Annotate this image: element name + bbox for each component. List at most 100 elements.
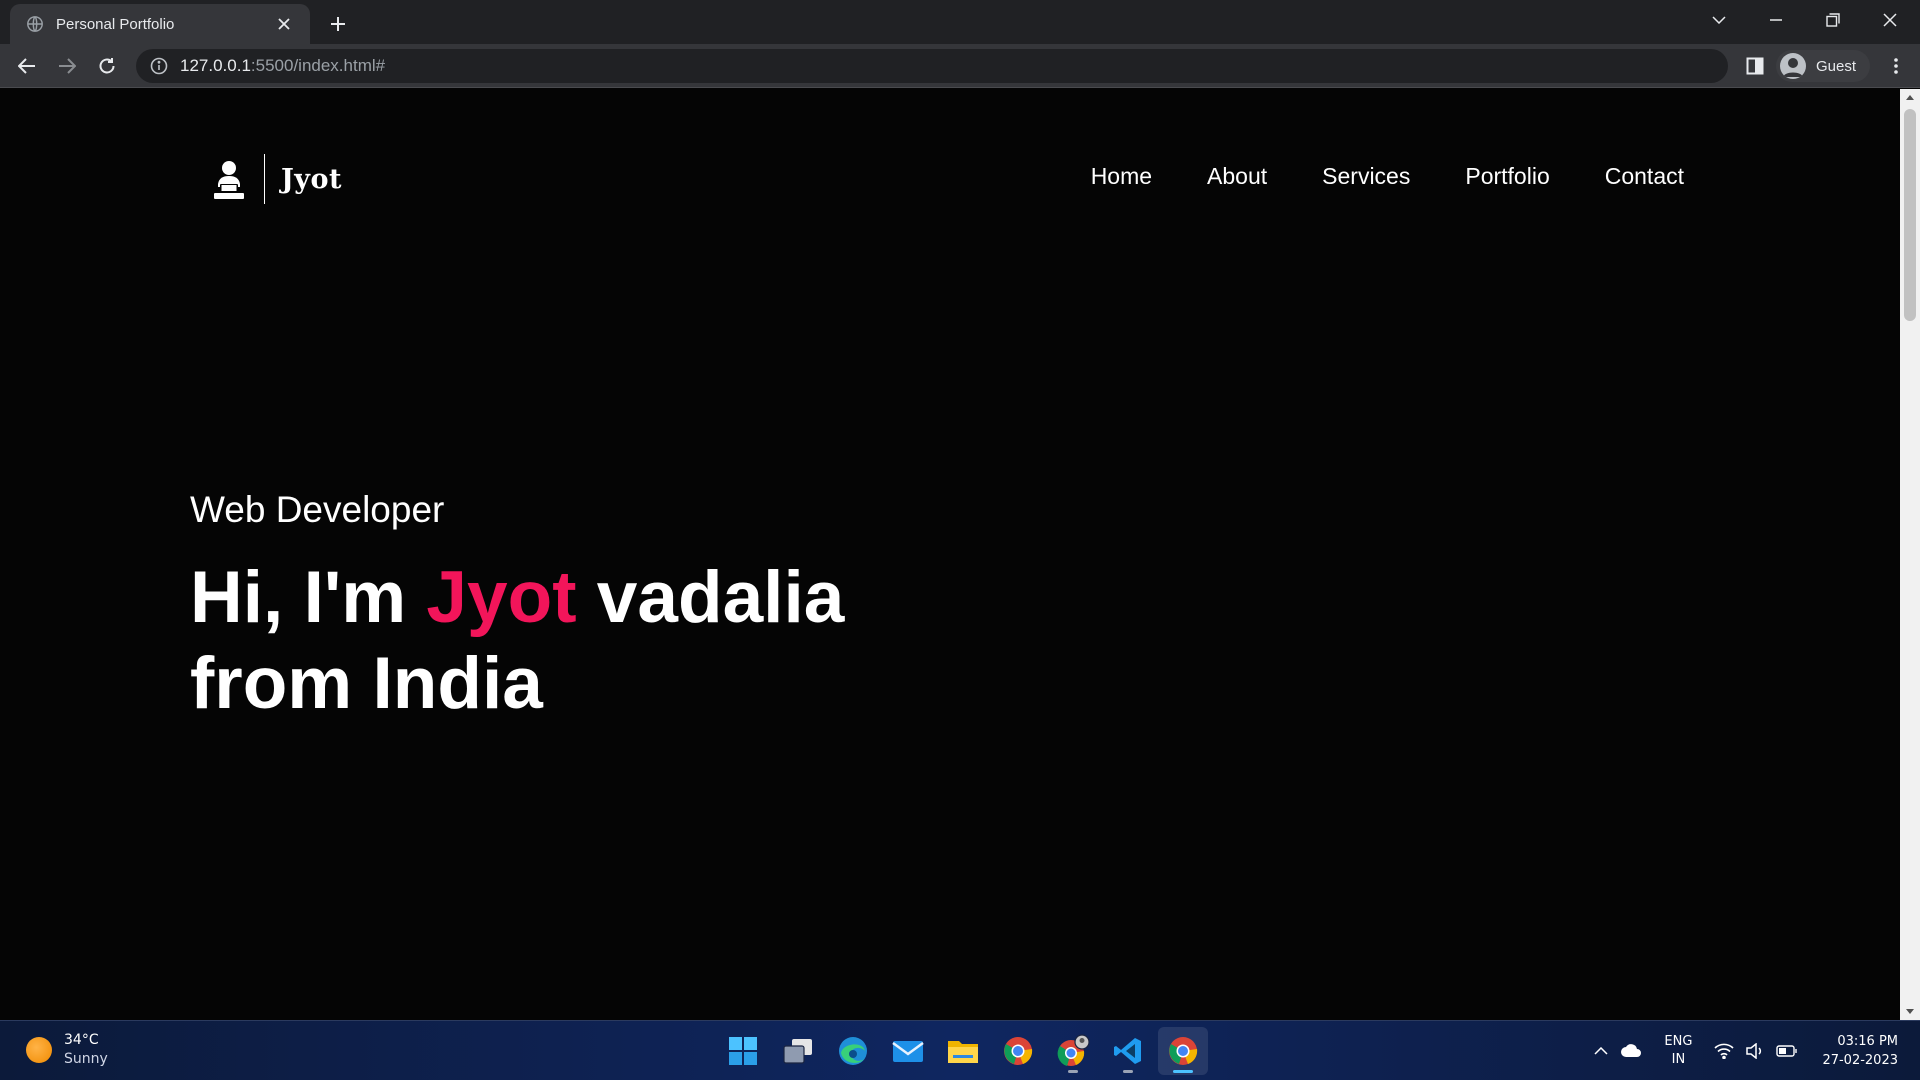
cloud-icon (1621, 1044, 1642, 1057)
lang-primary: ENG (1664, 1034, 1693, 1049)
arrow-left-icon (18, 58, 35, 74)
chevron-down-icon (1712, 16, 1726, 24)
chrome-icon (1004, 1037, 1033, 1065)
weather-temp: 34°C (64, 1032, 99, 1048)
vscode-icon (1114, 1038, 1141, 1064)
plus-icon (331, 17, 345, 31)
weather-widget[interactable]: 34°C Sunny (26, 1031, 108, 1069)
edge-button[interactable] (828, 1027, 878, 1075)
language-indicator[interactable]: ENG IN (1664, 1033, 1692, 1069)
running-indicator (1123, 1070, 1133, 1073)
hero-section: Web Developer Hi, I'm Jyot vadalia from … (190, 489, 844, 727)
hero-title-accent: Jyot (426, 557, 577, 638)
tab-search-button[interactable] (1691, 0, 1747, 40)
battery-button[interactable] (1776, 1045, 1798, 1057)
task-view-icon (783, 1039, 812, 1064)
hero-subtitle: Web Developer (190, 489, 445, 530)
system-tray: ENG IN 03:16 PM 27-02-2023 (1594, 1021, 1920, 1080)
chrome-profile-icon (1057, 1034, 1090, 1066)
hero-title-post: vadalia (576, 557, 845, 638)
minimize-icon (1770, 19, 1782, 21)
profile-button[interactable]: Guest (1776, 50, 1871, 82)
site-logo[interactable]: Jyot (212, 154, 342, 204)
close-icon (1883, 13, 1897, 27)
clock-time: 03:16 PM (1837, 1034, 1898, 1049)
close-window-button[interactable] (1862, 0, 1918, 40)
speaker-icon (1746, 1043, 1762, 1059)
taskbar: 34°C Sunny ENG IN 03:16 PM 27-02-2023 (0, 1020, 1920, 1080)
hero-title-line2: from India (190, 643, 543, 724)
folder-icon (948, 1041, 978, 1063)
close-tab-icon[interactable] (270, 10, 298, 38)
new-tab-button[interactable] (322, 8, 354, 40)
info-icon[interactable] (150, 57, 168, 75)
browser-tab[interactable]: Personal Portfolio (10, 4, 310, 44)
nav-services[interactable]: Services (1322, 163, 1410, 190)
clock[interactable]: 03:16 PM 27-02-2023 (1822, 1032, 1898, 1070)
windows-logo-icon (729, 1037, 757, 1065)
browser-toolbar: 127.0.0.1:5500/index.html# Guest (0, 44, 1920, 88)
vscode-button[interactable] (1103, 1027, 1153, 1075)
chevron-up-icon (1594, 1047, 1608, 1055)
chrome-active-button[interactable] (1158, 1027, 1208, 1075)
scroll-thumb[interactable] (1904, 109, 1916, 321)
browser-menu-button[interactable] (1880, 50, 1912, 82)
minimize-button[interactable] (1748, 0, 1804, 40)
hero-title: Hi, I'm Jyot vadalia from India (190, 555, 844, 727)
weather-desc: Sunny (64, 1051, 108, 1067)
nav-home[interactable]: Home (1091, 163, 1152, 190)
onedrive-button[interactable] (1620, 1044, 1642, 1058)
active-indicator (1173, 1070, 1193, 1073)
browser-tab-bar: Personal Portfolio (0, 0, 1920, 44)
arrow-right-icon (59, 58, 76, 74)
chrome-button[interactable] (993, 1027, 1043, 1075)
side-panel-icon (1746, 57, 1764, 75)
nav-about[interactable]: About (1207, 163, 1267, 190)
start-button[interactable] (718, 1027, 768, 1075)
kebab-menu-icon (1894, 58, 1898, 74)
battery-icon (1776, 1045, 1798, 1057)
logo-text: Jyot (281, 163, 342, 195)
chrome-icon (1169, 1037, 1198, 1065)
mail-icon (892, 1041, 924, 1062)
scroll-down-arrow-icon[interactable] (1906, 1009, 1914, 1014)
edge-icon (839, 1037, 867, 1065)
running-indicator (1068, 1070, 1078, 1073)
restore-button[interactable] (1805, 0, 1861, 40)
hero-title-pre: Hi, I'm (190, 557, 427, 638)
file-explorer-button[interactable] (938, 1027, 988, 1075)
lang-secondary: IN (1671, 1052, 1686, 1067)
address-bar[interactable]: 127.0.0.1:5500/index.html# (136, 49, 1728, 83)
page-scrollbar[interactable] (1900, 89, 1920, 1020)
back-button[interactable] (11, 50, 43, 82)
profile-label: Guest (1816, 57, 1857, 75)
forward-button[interactable] (51, 50, 83, 82)
logo-divider (264, 154, 265, 204)
reload-icon (99, 58, 115, 74)
clock-date: 27-02-2023 (1822, 1053, 1898, 1068)
reload-button[interactable] (91, 50, 123, 82)
mail-button[interactable] (883, 1027, 933, 1075)
developer-avatar-icon (214, 161, 244, 199)
side-panel-button[interactable] (1741, 52, 1769, 80)
task-view-button[interactable] (773, 1027, 823, 1075)
globe-icon (27, 16, 43, 32)
wifi-icon (1714, 1043, 1734, 1059)
taskbar-apps (718, 1027, 1213, 1075)
web-page: Jyot Home About Services Portfolio Conta… (0, 89, 1900, 1020)
main-nav: Home About Services Portfolio Contact (1036, 163, 1684, 190)
nav-contact[interactable]: Contact (1605, 163, 1684, 190)
wifi-button[interactable] (1714, 1043, 1734, 1059)
volume-button[interactable] (1746, 1043, 1764, 1059)
scroll-up-arrow-icon[interactable] (1906, 95, 1914, 100)
user-icon (1783, 58, 1803, 77)
tab-title: Personal Portfolio (56, 15, 175, 33)
url-host: 127.0.0.1 (180, 56, 251, 75)
restore-icon (1826, 13, 1840, 27)
nav-portfolio[interactable]: Portfolio (1465, 163, 1549, 190)
sun-icon (26, 1037, 52, 1063)
url-path: :5500/index.html# (250, 56, 386, 75)
avatar (1780, 53, 1806, 79)
chrome-profile-button[interactable] (1048, 1027, 1098, 1075)
show-hidden-icons-button[interactable] (1594, 1047, 1608, 1055)
